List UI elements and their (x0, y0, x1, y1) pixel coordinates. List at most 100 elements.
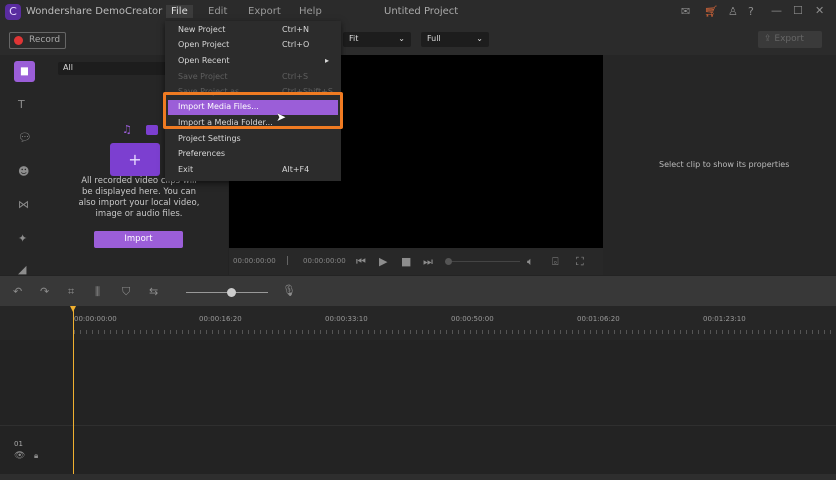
folder-illustration-icon: + (110, 143, 160, 176)
track-number: 01 (14, 440, 23, 448)
quality-value: Full (427, 34, 441, 43)
label: Open Recent (178, 56, 230, 65)
playhead[interactable] (70, 306, 76, 474)
next-frame-icon[interactable]: ⏭ (423, 255, 433, 269)
fullscreen-icon[interactable]: ⛶ (576, 255, 584, 269)
shortcut: Alt+F4 (282, 165, 310, 174)
redo-icon[interactable]: ↷ (40, 285, 49, 298)
menu-item-preferences[interactable]: Preferences (165, 147, 341, 162)
mouse-cursor-icon: ➤ (276, 110, 287, 124)
microphone-icon[interactable]: 🎙︎ (282, 284, 296, 297)
menu-item-open-recent[interactable]: Open Recent ▸ (165, 54, 341, 69)
ruler-label: 00:01:23:10 (703, 315, 746, 323)
properties-placeholder: Select clip to show its properties (659, 160, 790, 169)
properties-panel: Select clip to show its properties (603, 55, 836, 275)
chevron-down-icon: ⌄ (398, 34, 405, 43)
video-badge-icon (146, 125, 158, 135)
submenu-arrow-icon: ▸ (325, 56, 330, 65)
menu-file[interactable]: File (166, 5, 193, 18)
cart-icon[interactable]: 🛒︎ (704, 5, 718, 18)
snapshot-icon[interactable]: ⌻ (552, 255, 559, 269)
empty-message: All recorded video clips will be display… (78, 176, 200, 219)
ruler-label: 00:01:06:20 (577, 315, 620, 323)
caption-icon[interactable]: ⇆ (149, 285, 158, 298)
play-icon[interactable]: ▶ (379, 255, 387, 268)
label: Open Project (178, 40, 230, 49)
zoom-slider[interactable] (186, 288, 268, 297)
bottom-scrollbar[interactable] (0, 474, 836, 480)
volume-icon[interactable]: 🔈︎ (527, 255, 534, 269)
media-library-icon[interactable]: ▆ (14, 61, 35, 82)
minimize-icon[interactable]: — (771, 4, 782, 17)
player-controls: 00:00:00:00 | 00:00:00:00 ⏮ ▶ ■ ⏭ 🔈︎ ⌻ ⛶ (229, 248, 603, 275)
ruler-ticks (74, 330, 836, 334)
ruler-label: 00:00:33:10 (325, 315, 368, 323)
menu-item-save-project: Save Project Ctrl+S (165, 70, 341, 85)
export-button[interactable]: ⇪ Export (758, 31, 822, 48)
undo-icon[interactable]: ↶ (13, 285, 22, 298)
marker-icon[interactable]: ⛉ (122, 285, 130, 299)
record-button[interactable]: Record (9, 32, 66, 49)
filter-value: All (63, 63, 73, 72)
label: New Project (178, 25, 226, 34)
export-label: Export (774, 34, 804, 44)
shortcut: Ctrl+N (282, 25, 309, 34)
left-sidebar: ▆ T 💬︎ ☻ ⋈ ✦ ◢ (0, 55, 50, 276)
music-note-icon: ♫ (122, 123, 132, 136)
ruler-label: 00:00:00:00 (74, 315, 117, 323)
annotation-icon[interactable]: 💬︎ (18, 131, 32, 144)
label: Exit (178, 165, 194, 174)
menu-item-open-project[interactable]: Open Project Ctrl+O (165, 38, 341, 53)
split-icon[interactable]: ⫼ (95, 285, 100, 299)
sticker-icon[interactable]: ☻ (18, 165, 29, 178)
stop-icon[interactable]: ■ (401, 255, 411, 268)
effects-icon[interactable]: ✦ (18, 232, 27, 245)
label: Project Settings (178, 134, 241, 143)
menu-item-exit[interactable]: Exit Alt+F4 (165, 163, 341, 178)
user-icon[interactable]: ♙ (728, 5, 738, 18)
app-title: Wondershare DemoCreator (26, 6, 163, 17)
upload-icon: ⇪ (764, 34, 772, 44)
timeline-tracks: 01 👁︎ 🔒︎ (0, 340, 836, 480)
more-icon[interactable]: ◢ (18, 263, 26, 276)
crop-icon[interactable]: ⌗ (68, 285, 74, 299)
time-divider: | (286, 256, 290, 266)
label: Preferences (178, 149, 226, 158)
menu-help[interactable]: Help (294, 5, 327, 18)
timeline-toolbar: ↶ ↷ ⌗ ⫼ ⛉ ⇆ 🎙︎ (0, 276, 836, 306)
ruler-label: 00:00:16:20 (199, 315, 242, 323)
quality-select[interactable]: Full ⌄ (421, 32, 489, 47)
project-title: Untited Project (384, 6, 459, 17)
close-icon[interactable]: ✕ (815, 4, 824, 17)
shortcut: Ctrl+O (282, 40, 310, 49)
help-icon[interactable]: ? (748, 5, 754, 18)
mail-icon[interactable]: ✉ (681, 5, 690, 18)
title-bar: C Wondershare DemoCreator File Edit Expo… (0, 0, 836, 25)
fit-value: Fit (349, 34, 359, 43)
menu-edit[interactable]: Edit (203, 5, 232, 18)
chevron-down-icon: ⌄ (476, 34, 483, 43)
label: Save Project (178, 72, 228, 81)
app-logo-icon: C (5, 4, 21, 20)
toolbar: Record Fit ⌄ Full ⌄ ⇪ Export (0, 25, 836, 55)
shortcut: Ctrl+S (282, 72, 309, 81)
ruler-label: 00:00:50:00 (451, 315, 494, 323)
transition-icon[interactable]: ⋈ (18, 198, 29, 211)
current-time: 00:00:00:00 (233, 257, 276, 265)
lock-icon[interactable]: 🔒︎ (34, 451, 38, 461)
track-divider (0, 425, 836, 426)
maximize-icon[interactable]: ☐ (793, 4, 803, 17)
progress-slider[interactable] (445, 258, 520, 265)
menu-item-new-project[interactable]: New Project Ctrl+N (165, 23, 341, 38)
text-icon[interactable]: T (18, 98, 25, 111)
total-time: 00:00:00:00 (303, 257, 346, 265)
eye-icon[interactable]: 👁︎ (14, 451, 25, 461)
record-label: Record (29, 35, 61, 45)
menu-export[interactable]: Export (243, 5, 286, 18)
import-button[interactable]: Import (94, 231, 183, 248)
timeline-ruler: 00:00:00:00 00:00:16:20 00:00:33:10 00:0… (0, 306, 836, 340)
previous-frame-icon[interactable]: ⏮ (356, 255, 366, 269)
record-icon (14, 36, 23, 45)
menu-item-project-settings[interactable]: Project Settings (165, 132, 341, 147)
fit-select[interactable]: Fit ⌄ (343, 32, 411, 47)
